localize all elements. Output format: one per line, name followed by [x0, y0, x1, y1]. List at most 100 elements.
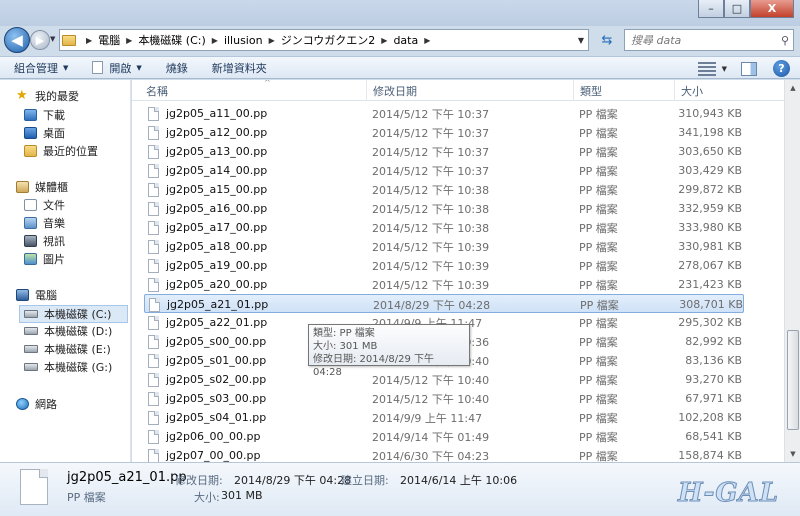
- nav-item-drive-g[interactable]: 本機磁碟 (G:): [24, 359, 112, 375]
- column-date[interactable]: 修改日期: [367, 80, 574, 101]
- forward-button[interactable]: ▶: [30, 30, 50, 50]
- table-row[interactable]: jg2p05_a14_00.pp 2014/5/12 下午 10:37 PP 檔案 3…: [144, 161, 744, 180]
- table-row[interactable]: jg2p05_a19_00.pp 2014/5/12 下午 10:39 PP 檔案 2…: [144, 256, 744, 275]
- nav-libraries[interactable]: 媒體櫃: [16, 179, 68, 195]
- file-type: PP 檔案: [579, 354, 618, 368]
- breadcrumb-computer[interactable]: 電腦: [98, 32, 120, 48]
- refresh-button[interactable]: ⇆: [597, 31, 617, 49]
- breadcrumb-illusion[interactable]: illusion: [224, 34, 263, 47]
- file-icon: [148, 258, 159, 273]
- table-row[interactable]: jg2p05_a17_00.pp 2014/5/12 下午 10:38 PP 檔案 3…: [144, 218, 744, 237]
- column-type[interactable]: 類型: [574, 80, 675, 101]
- file-icon: [148, 125, 159, 140]
- table-row[interactable]: jg2p05_a13_00.pp 2014/5/12 下午 10:37 PP 檔案 3…: [144, 142, 744, 161]
- file-type: PP 檔案: [579, 335, 618, 349]
- organize-menu[interactable]: 組合管理 ▼: [0, 60, 78, 76]
- file-name: jg2p05_a18_00.pp: [166, 240, 268, 253]
- nav-libraries-label: 媒體櫃: [35, 181, 68, 194]
- file-icon: [148, 182, 159, 197]
- view-details-icon[interactable]: [697, 61, 716, 76]
- address-history-dropdown[interactable]: ▼: [574, 36, 588, 45]
- scroll-down-icon[interactable]: ▼: [785, 446, 800, 462]
- chevron-right-icon[interactable]: ▶: [212, 36, 218, 45]
- table-row[interactable]: jg2p06_00_00.pp 2014/9/14 下午 01:49 PP 檔案 68…: [144, 427, 744, 446]
- file-type: PP 檔案: [579, 373, 618, 387]
- file-icon: [148, 372, 159, 387]
- new-folder-button[interactable]: 新增資料夾: [198, 60, 277, 76]
- file-size: 332,959 KB: [678, 202, 742, 215]
- nav-item-music[interactable]: 音樂: [24, 215, 65, 231]
- nav-item-videos[interactable]: 視訊: [24, 233, 65, 249]
- breadcrumb-data[interactable]: data: [393, 34, 418, 47]
- nav-computer-label: 電腦: [35, 289, 57, 302]
- file-tooltip: 類型: PP 檔案 大小: 301 MB 修改日期: 2014/8/29 下午 …: [308, 324, 470, 378]
- nav-item-label: 下載: [43, 109, 65, 122]
- file-type: PP 檔案: [579, 316, 618, 330]
- help-icon[interactable]: ?: [773, 60, 790, 77]
- chevron-right-icon[interactable]: ▶: [86, 36, 92, 45]
- chevron-right-icon[interactable]: ▶: [381, 36, 387, 45]
- file-icon: [149, 297, 160, 312]
- vertical-scrollbar[interactable]: ▲ ▼: [784, 80, 800, 462]
- details-created-value: 2014/6/14 上午 10:06: [400, 474, 518, 487]
- column-size[interactable]: 大小: [675, 80, 784, 101]
- column-name[interactable]: 名稱 ^: [140, 80, 367, 101]
- table-row[interactable]: jg2p05_a15_00.pp 2014/5/12 下午 10:38 PP 檔案 2…: [144, 180, 744, 199]
- nav-item-pictures[interactable]: 圖片: [24, 251, 65, 267]
- back-button[interactable]: ◀: [4, 27, 30, 53]
- chevron-down-icon[interactable]: ▼: [722, 65, 727, 73]
- nav-item-downloads[interactable]: 下載: [24, 107, 65, 123]
- nav-item-drive-c[interactable]: 本機磁碟 (C:): [19, 305, 128, 323]
- chevron-right-icon[interactable]: ▶: [424, 36, 430, 45]
- table-row[interactable]: jg2p05_a16_00.pp 2014/5/12 下午 10:38 PP 檔案 3…: [144, 199, 744, 218]
- nav-item-recent-places[interactable]: 最近的位置: [24, 143, 98, 159]
- preview-pane-icon[interactable]: [741, 61, 757, 76]
- nav-item-desktop[interactable]: 桌面: [24, 125, 65, 141]
- table-row[interactable]: jg2p05_a20_00.pp 2014/5/12 下午 10:39 PP 檔案 2…: [144, 275, 744, 294]
- address-bar[interactable]: ▶ 電腦 ▶ 本機磁碟 (C:) ▶ illusion ▶ ジンコウガクエン2 …: [59, 29, 589, 51]
- open-menu[interactable]: 開啟 ▼: [78, 60, 151, 76]
- column-size-label: 大小: [681, 84, 703, 98]
- table-row[interactable]: jg2p05_s03_00.pp 2014/5/12 下午 10:40 PP 檔案 6…: [144, 389, 744, 408]
- scroll-up-icon[interactable]: ▲: [785, 80, 800, 96]
- table-row[interactable]: jg2p05_a18_00.pp 2014/5/12 下午 10:39 PP 檔案 3…: [144, 237, 744, 256]
- file-name: jg2p05_s00_00.pp: [166, 335, 267, 348]
- nav-item-drive-e[interactable]: 本機磁碟 (E:): [24, 341, 111, 357]
- recent-pages-dropdown[interactable]: ▼: [50, 35, 55, 43]
- file-icon: [20, 469, 48, 505]
- nav-computer[interactable]: 電腦: [16, 287, 57, 303]
- file-name-cell: jg2p07_00_00.pp: [148, 446, 260, 462]
- file-size: 93,270 KB: [685, 373, 742, 386]
- nav-network[interactable]: 網路: [16, 396, 57, 412]
- file-name-cell: jg2p05_a14_00.pp: [148, 161, 267, 180]
- table-row-selected[interactable]: jg2p05_a21_01.pp 2014/8/29 下午 04:28 PP 檔案 3…: [144, 294, 744, 313]
- nav-item-documents[interactable]: 文件: [24, 197, 65, 213]
- nav-item-label: 最近的位置: [43, 145, 98, 158]
- minimize-button[interactable]: –: [698, 0, 724, 18]
- file-name: jg2p05_s02_00.pp: [166, 373, 267, 386]
- details-size-value: 301 MB: [221, 489, 263, 502]
- file-icon: [148, 201, 159, 216]
- table-row[interactable]: jg2p05_a11_00.pp 2014/5/12 下午 10:37 PP 檔案 3…: [144, 104, 744, 123]
- table-row[interactable]: jg2p05_a12_00.pp 2014/5/12 下午 10:37 PP 檔案 3…: [144, 123, 744, 142]
- file-name: jg2p05_s03_00.pp: [166, 392, 267, 405]
- search-icon[interactable]: ⚲: [781, 34, 789, 47]
- scrollbar-thumb[interactable]: [787, 330, 799, 430]
- breadcrumb-drive-c[interactable]: 本機磁碟 (C:): [138, 32, 205, 48]
- maximize-button[interactable]: □: [724, 0, 750, 18]
- file-size: 303,650 KB: [678, 145, 742, 158]
- chevron-right-icon[interactable]: ▶: [126, 36, 132, 45]
- nav-item-label: 文件: [43, 199, 65, 212]
- search-input[interactable]: 搜尋 data ⚲: [624, 29, 794, 51]
- file-size: 231,423 KB: [678, 278, 742, 291]
- close-button[interactable]: X: [750, 0, 794, 18]
- table-row[interactable]: jg2p07_00_00.pp 2014/6/30 下午 04:23 PP 檔案 15…: [144, 446, 744, 462]
- chevron-right-icon[interactable]: ▶: [269, 36, 275, 45]
- breadcrumb-jinkou-gakuen[interactable]: ジンコウガクエン2: [281, 32, 376, 48]
- details-modified-value: 2014/8/29 下午 04:28: [234, 474, 352, 487]
- file-type: PP 檔案: [579, 107, 618, 121]
- nav-favorites[interactable]: ★ 我的最愛: [16, 88, 79, 104]
- nav-item-drive-d[interactable]: 本機磁碟 (D:): [24, 323, 112, 339]
- table-row[interactable]: jg2p05_s04_01.pp 2014/9/9 上午 11:47 PP 檔案 10…: [144, 408, 744, 427]
- burn-button[interactable]: 燒錄: [152, 60, 198, 76]
